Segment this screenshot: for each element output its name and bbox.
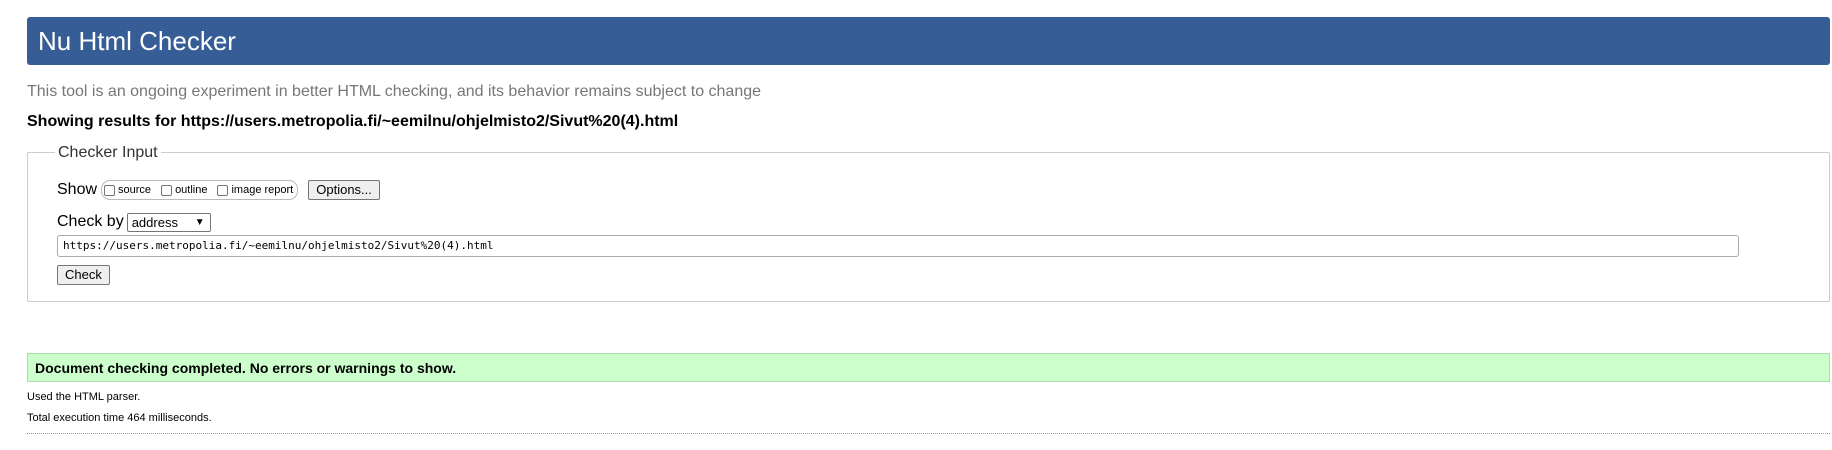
check-by-row: Check by address ▼ <box>57 211 211 233</box>
validator-page: Nu Html Checker This tool is an ongoing … <box>0 0 1832 450</box>
parser-info: Used the HTML parser. <box>27 391 141 403</box>
show-options-group: source outline image report <box>101 180 299 200</box>
results-heading: Showing results for https://users.metrop… <box>27 113 679 130</box>
header-bar: Nu Html Checker <box>27 17 1830 65</box>
check-by-label: Check by <box>57 213 124 230</box>
url-input[interactable]: https://users.metropolia.fi/~eemilnu/ohj… <box>57 235 1739 257</box>
execution-time-info: Total execution time 464 milliseconds. <box>27 412 212 424</box>
outline-checkbox-label: outline <box>175 184 208 196</box>
check-by-selected-value: address <box>131 214 178 230</box>
checker-input-legend: Checker Input <box>55 143 161 163</box>
show-label: Show <box>57 181 98 198</box>
options-button[interactable]: Options... <box>308 180 380 200</box>
check-by-select[interactable]: address ▼ <box>126 212 211 232</box>
success-message-bar: Document checking completed. No errors o… <box>27 353 1830 382</box>
outline-checkbox[interactable] <box>161 184 173 196</box>
chevron-down-icon: ▼ <box>194 216 205 228</box>
check-button[interactable]: Check <box>57 265 110 285</box>
divider <box>27 433 1830 434</box>
source-checkbox[interactable] <box>104 184 116 196</box>
success-message: Document checking completed. No errors o… <box>35 360 457 376</box>
show-row: Show source outline image report Options… <box>57 178 380 202</box>
show-option-outline[interactable]: outline <box>161 184 207 196</box>
source-checkbox-label: source <box>118 184 152 196</box>
image-report-checkbox-label: image report <box>231 184 294 196</box>
intro-text: This tool is an ongoing experiment in be… <box>27 83 762 100</box>
checker-input-fieldset: Checker Input Show source outline image … <box>27 143 1830 302</box>
image-report-checkbox[interactable] <box>217 184 229 196</box>
page-title: Nu Html Checker <box>38 26 236 56</box>
show-option-source[interactable]: source <box>104 184 151 196</box>
show-option-image-report[interactable]: image report <box>217 184 293 196</box>
